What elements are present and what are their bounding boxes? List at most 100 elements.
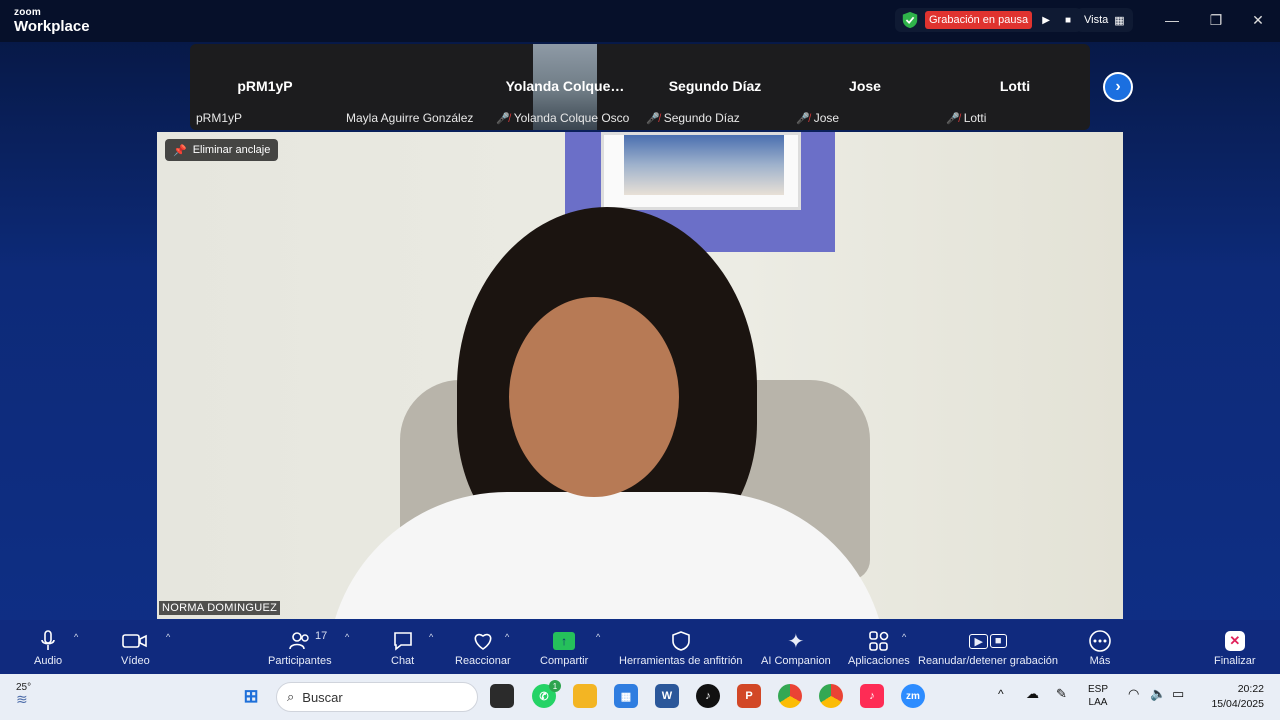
participants-icon — [288, 628, 311, 654]
taskbar-search[interactable]: ⌕ Buscar — [276, 682, 478, 712]
view-button[interactable]: Vista ▦ — [1076, 8, 1133, 32]
end-meeting-button[interactable]: ✕ Finalizar — [1214, 628, 1256, 667]
ai-companion-button[interactable]: ✦ AI Companion — [761, 628, 831, 668]
participants-options-caret[interactable]: ^ — [345, 632, 349, 642]
participant-tile[interactable]: pRM1yP pRM1yP — [190, 44, 340, 130]
participant-label-text: Mayla Aguirre González — [346, 111, 474, 125]
windows-start-icon[interactable]: ⊞ — [239, 684, 263, 708]
react-label: Reaccionar — [455, 655, 511, 667]
apps-options-caret[interactable]: ^ — [902, 632, 906, 642]
sparkle-icon: ✦ — [787, 630, 805, 653]
chrome-profile-icon[interactable] — [819, 684, 843, 708]
participant-label-text: Segundo Díaz — [663, 111, 740, 125]
clock-date: 15/04/2025 — [1211, 698, 1264, 710]
share-options-caret[interactable]: ^ — [596, 632, 600, 642]
more-button[interactable]: Más — [1088, 628, 1112, 667]
participant-label: pRM1yP — [196, 111, 242, 125]
apps-button[interactable]: Aplicaciones — [848, 628, 910, 667]
task-view-icon[interactable] — [490, 684, 514, 708]
wind-icon: ≋ — [16, 691, 28, 707]
pen-input-icon[interactable]: ✎ — [1056, 687, 1067, 700]
participant-label: 🎤̸ Yolanda Colque Osco — [496, 111, 629, 125]
participant-tile[interactable]: Segundo Díaz 🎤̸ Segundo Díaz — [640, 44, 790, 130]
language-indicator[interactable]: ESP LAA — [1088, 683, 1108, 709]
restore-button[interactable]: ❐ — [1194, 0, 1238, 40]
participant-label-text: pRM1yP — [196, 111, 243, 125]
speaker-face — [509, 297, 679, 497]
audio-options-caret[interactable]: ^ — [74, 632, 78, 642]
close-button[interactable]: ✕ — [1236, 0, 1280, 40]
next-page-button[interactable]: › — [1103, 72, 1133, 102]
windows-taskbar: 25° ≋ ⊞ ⌕ Buscar ✆ 1 ▦ W ♪ P ♪ zm ^ ☁ ✎ … — [0, 674, 1280, 720]
record-button[interactable]: ▶ ■ Reanudar/detener grabación — [918, 628, 1058, 667]
word-icon[interactable]: W — [655, 684, 679, 708]
chrome-icon[interactable] — [778, 684, 802, 708]
share-screen-icon: ↑ — [553, 632, 576, 650]
react-button[interactable]: Reaccionar — [455, 628, 511, 667]
pin-icon: 📌 — [173, 144, 187, 157]
video-options-caret[interactable]: ^ — [166, 632, 170, 642]
host-tools-button[interactable]: Herramientas de anfitrión — [619, 628, 743, 667]
cloud-offline-icon[interactable]: ☁ — [1026, 687, 1039, 700]
calendar-icon[interactable]: ▦ — [614, 684, 638, 708]
mic-muted-icon: 🎤̸ — [796, 112, 810, 125]
participants-count: 17 — [315, 630, 328, 642]
tiktok-app-icon[interactable]: ♪ — [860, 684, 884, 708]
file-explorer-icon[interactable] — [573, 684, 597, 708]
tiktok-icon[interactable]: ♪ — [696, 684, 720, 708]
search-icon: ⌕ — [287, 689, 295, 704]
participants-label: Participantes — [268, 655, 332, 667]
clock[interactable]: 20:22 15/04/2025 — [1198, 682, 1264, 712]
powerpoint-icon[interactable]: P — [737, 684, 761, 708]
chevron-right-icon: › — [1115, 78, 1121, 95]
chat-options-caret[interactable]: ^ — [429, 632, 433, 642]
video-camera-icon — [122, 628, 148, 654]
participant-label: Mayla Aguirre González — [346, 111, 473, 125]
audio-button[interactable]: Audio — [34, 628, 62, 667]
zoom-app-icon[interactable]: zm — [901, 684, 925, 708]
brand-big: Workplace — [14, 18, 90, 35]
shield-check-icon — [902, 11, 918, 29]
participant-tile[interactable]: Jose 🎤̸ Jose — [790, 44, 940, 130]
share-button[interactable]: ↑ Compartir — [540, 628, 588, 667]
video-button[interactable]: Vídeo — [121, 628, 150, 667]
zoom-logo: zoom Workplace — [14, 7, 90, 35]
chat-button[interactable]: Chat — [391, 628, 414, 667]
unpin-button[interactable]: 📌 Eliminar anclaje — [165, 139, 279, 161]
keyboard-layout: LAA — [1088, 697, 1108, 708]
mic-muted-icon: 🎤̸ — [946, 112, 960, 125]
participant-label: 🎤̸ Lotti — [946, 111, 986, 125]
end-close-icon: ✕ — [1224, 631, 1245, 651]
volume-icon[interactable]: 🔈 — [1150, 687, 1166, 700]
title-bar: zoom Workplace Grabación en pausa ▶ ■ Vi… — [0, 0, 1280, 42]
react-options-caret[interactable]: ^ — [505, 632, 509, 642]
more-dots-icon — [1088, 628, 1112, 654]
participant-label-text: Lotti — [963, 111, 987, 125]
whatsapp-badge: 1 — [549, 680, 561, 692]
brand-small: zoom — [14, 7, 41, 18]
participant-name-large: Segundo Díaz — [668, 78, 762, 94]
recording-status: Grabación en pausa ▶ ■ — [895, 8, 1083, 32]
chevron-up-icon[interactable]: ^ — [998, 688, 1004, 701]
view-label: Vista — [1084, 14, 1109, 26]
participant-tile[interactable]: Yolanda Colque… 🎤̸ Yolanda Colque Osco — [490, 44, 640, 130]
stop-recording-button[interactable]: ■ — [1060, 12, 1076, 28]
video-label: Vídeo — [121, 655, 150, 667]
record-label: Reanudar/detener grabación — [918, 655, 1059, 667]
participant-tile[interactable]: Lotti 🎤̸ Lotti — [940, 44, 1090, 130]
more-label: Más — [1089, 655, 1111, 667]
wifi-icon[interactable]: ◠ — [1128, 687, 1139, 700]
minimize-button[interactable]: — — [1150, 0, 1194, 40]
participant-label-text: Yolanda Colque Osco — [513, 111, 630, 125]
participant-tile[interactable]: Mayla Aguirre González — [340, 44, 597, 130]
battery-icon[interactable]: ▭ — [1172, 687, 1184, 700]
meeting-toolbar: Audio ^ Vídeo ^ Participantes 17 ^ Chat … — [0, 620, 1280, 674]
participant-name-large: pRM1yP — [237, 78, 293, 94]
clock-time: 20:22 — [1237, 683, 1264, 695]
weather-widget[interactable]: 25° ≋ — [16, 682, 31, 708]
resume-recording-button[interactable]: ▶ — [1038, 12, 1054, 28]
host-tools-label: Herramientas de anfitrión — [619, 655, 743, 667]
participant-strip: pRM1yP pRM1yP Mayla Aguirre González Yol… — [190, 44, 1090, 130]
chat-label: Chat — [391, 655, 415, 667]
participant-label-text: Jose — [813, 111, 840, 125]
